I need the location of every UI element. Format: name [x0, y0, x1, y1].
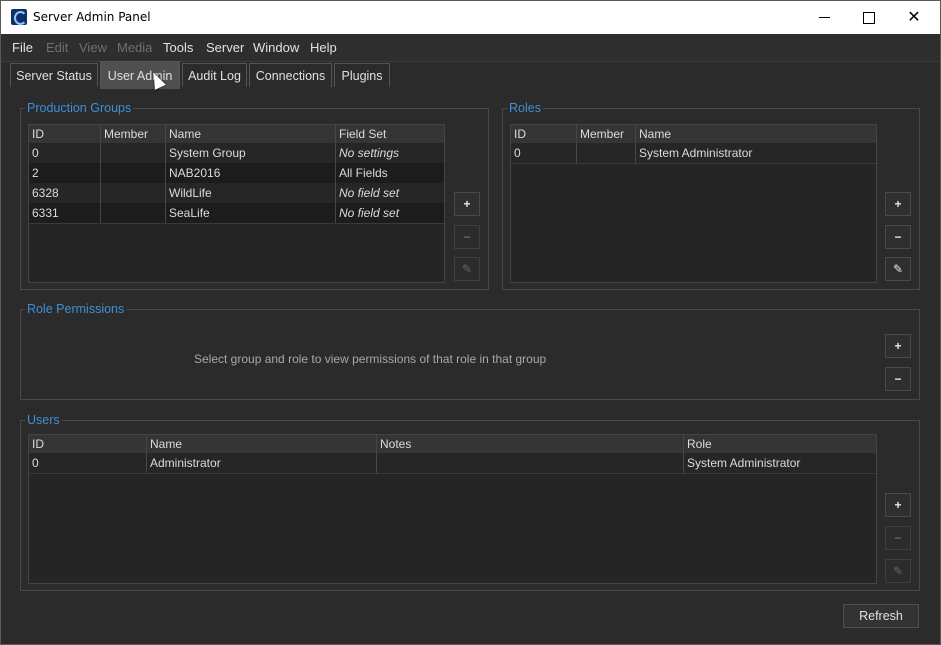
cell-id: 0 — [29, 453, 147, 473]
table-row[interactable]: 0 Administrator System Administrator — [29, 453, 876, 474]
cell-name: Administrator — [147, 453, 377, 473]
table-header: ID Member Name Field Set — [29, 125, 444, 144]
cell-name: SeaLife — [166, 203, 336, 223]
cell-member — [101, 183, 166, 203]
column-header-name[interactable]: Name — [147, 435, 377, 453]
close-button[interactable]: ✕ — [891, 1, 937, 34]
menu-tools[interactable]: Tools — [163, 40, 193, 55]
column-header-name[interactable]: Name — [636, 125, 876, 143]
column-header-role[interactable]: Role — [684, 435, 876, 453]
column-header-field-set[interactable]: Field Set — [336, 125, 444, 143]
maximize-icon — [863, 11, 875, 24]
production-groups-table[interactable]: ID Member Name Field Set 0 System Group … — [28, 124, 445, 283]
minimize-button[interactable] — [801, 1, 847, 34]
remove-group-button[interactable]: − — [454, 225, 480, 249]
table-row[interactable]: 2 NAB2016 All Fields — [29, 163, 444, 184]
menu-view[interactable]: View — [79, 40, 107, 55]
users-title: Users — [25, 413, 62, 427]
production-groups-title: Production Groups — [25, 101, 134, 115]
roles-panel: Roles ID Member Name 0 System Administra… — [502, 101, 920, 290]
table-header: ID Member Name — [511, 125, 876, 144]
column-header-member[interactable]: Member — [577, 125, 636, 143]
tab-server-status[interactable]: Server Status — [10, 63, 98, 87]
cell-role: System Administrator — [687, 456, 801, 470]
cell-id: 6328 — [29, 183, 101, 203]
menu-bar: File Edit View Media Tools Server Window… — [1, 34, 940, 62]
main-window: Server Admin Panel ✕ File Edit View Medi… — [0, 0, 941, 645]
tab-connections[interactable]: Connections — [249, 63, 332, 87]
title-bar: Server Admin Panel ✕ — [1, 1, 940, 34]
remove-permission-button[interactable]: − — [885, 367, 911, 391]
roles-table[interactable]: ID Member Name 0 System Administrator — [510, 124, 877, 283]
cell-notes — [377, 453, 684, 473]
cell-id: 0 — [511, 143, 577, 163]
tab-user-admin[interactable]: User Admin — [100, 61, 180, 89]
menu-media[interactable]: Media — [117, 40, 152, 55]
cell-field-set: No field set — [339, 206, 400, 220]
cell-field-set: No field set — [339, 186, 400, 200]
tab-bar: Server Status User Admin Audit Log Conne… — [1, 61, 940, 89]
cell-field-set: All Fields — [339, 166, 388, 180]
table-row[interactable]: 6328 WildLife No field set — [29, 183, 444, 204]
minimize-icon — [818, 17, 830, 18]
close-icon: ✕ — [907, 8, 921, 26]
table-row[interactable]: 6331 SeaLife No field set — [29, 203, 444, 224]
cell-member — [101, 163, 166, 183]
cell-name: System Administrator — [639, 146, 753, 160]
remove-role-button[interactable]: − — [885, 225, 911, 249]
add-user-button[interactable]: + — [885, 493, 911, 517]
maximize-button[interactable] — [846, 1, 892, 34]
column-header-id[interactable]: ID — [29, 125, 101, 143]
window-title: Server Admin Panel — [33, 10, 151, 24]
add-group-button[interactable]: + — [454, 192, 480, 216]
edit-role-button[interactable]: ✎ — [885, 257, 911, 281]
cell-name: NAB2016 — [166, 163, 336, 183]
table-header: ID Name Notes Role — [29, 435, 876, 454]
users-table[interactable]: ID Name Notes Role 0 Administrator Syste… — [28, 434, 877, 584]
cell-field-set: No settings — [339, 146, 400, 160]
table-row[interactable]: 0 System Administrator — [511, 143, 876, 164]
refresh-button[interactable]: Refresh — [843, 604, 919, 628]
remove-user-button[interactable]: − — [885, 526, 911, 550]
column-header-id[interactable]: ID — [29, 435, 147, 453]
users-panel: Users ID Name Notes Role 0 Administrator… — [20, 413, 920, 591]
cell-member — [101, 203, 166, 223]
tab-plugins[interactable]: Plugins — [334, 63, 390, 87]
column-header-name[interactable]: Name — [166, 125, 336, 143]
column-header-member[interactable]: Member — [101, 125, 166, 143]
cell-name: System Group — [166, 143, 336, 163]
column-header-id[interactable]: ID — [511, 125, 577, 143]
cell-id: 2 — [29, 163, 101, 183]
add-permission-button[interactable]: + — [885, 334, 911, 358]
cell-id: 0 — [29, 143, 101, 163]
menu-file[interactable]: File — [12, 40, 33, 55]
role-permissions-title: Role Permissions — [25, 302, 127, 316]
edit-user-button[interactable]: ✎ — [885, 559, 911, 583]
cell-id: 6331 — [29, 203, 101, 223]
edit-group-button[interactable]: ✎ — [454, 257, 480, 281]
role-permissions-panel: Role Permissions Select group and role t… — [20, 302, 920, 400]
roles-title: Roles — [507, 101, 543, 115]
production-groups-panel: Production Groups ID Member Name Field S… — [20, 101, 489, 290]
menu-help[interactable]: Help — [310, 40, 337, 55]
cell-name: WildLife — [166, 183, 336, 203]
menu-server[interactable]: Server — [206, 40, 244, 55]
menu-edit[interactable]: Edit — [46, 40, 68, 55]
column-header-notes[interactable]: Notes — [377, 435, 684, 453]
table-row[interactable]: 0 System Group No settings — [29, 143, 444, 164]
tab-audit-log[interactable]: Audit Log — [182, 63, 247, 87]
cell-member — [101, 143, 166, 163]
role-permissions-hint: Select group and role to view permission… — [194, 352, 547, 366]
app-logo-icon — [11, 9, 27, 25]
add-role-button[interactable]: + — [885, 192, 911, 216]
cell-member — [577, 143, 636, 163]
menu-window[interactable]: Window — [253, 40, 299, 55]
